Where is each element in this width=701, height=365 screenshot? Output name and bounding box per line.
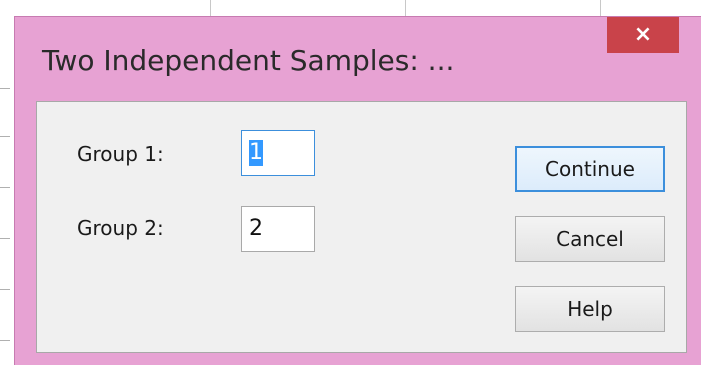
- group-2-input[interactable]: 2: [241, 206, 315, 252]
- close-icon: ×: [633, 22, 653, 47]
- group-1-input[interactable]: 1: [241, 130, 315, 176]
- grid-column-divider: [405, 0, 406, 16]
- grid-column-divider: [600, 0, 601, 16]
- group-1-label: Group 1:: [77, 142, 164, 166]
- grid-row-tick: [0, 289, 10, 290]
- group-2-label: Group 2:: [77, 216, 164, 240]
- group-1-value: 1: [249, 140, 263, 166]
- close-button[interactable]: ×: [607, 17, 679, 53]
- grid-row-tick: [0, 340, 10, 341]
- grid-row-tick: [0, 88, 10, 89]
- grid-row-tick: [0, 187, 10, 188]
- grid-row-tick: [0, 136, 10, 137]
- grid-row-tick: [0, 238, 10, 239]
- dialog-client-area: Group 1: 1 Group 2: 2 Continue Cancel He…: [36, 101, 687, 353]
- grid-column-divider: [210, 0, 211, 16]
- continue-button[interactable]: Continue: [515, 146, 665, 192]
- dialog-title: Two Independent Samples: ...: [42, 44, 455, 77]
- help-button[interactable]: Help: [515, 286, 665, 332]
- two-independent-samples-dialog: Two Independent Samples: ... × Group 1: …: [14, 16, 701, 365]
- group-2-value: 2: [249, 216, 263, 241]
- cancel-button[interactable]: Cancel: [515, 216, 665, 262]
